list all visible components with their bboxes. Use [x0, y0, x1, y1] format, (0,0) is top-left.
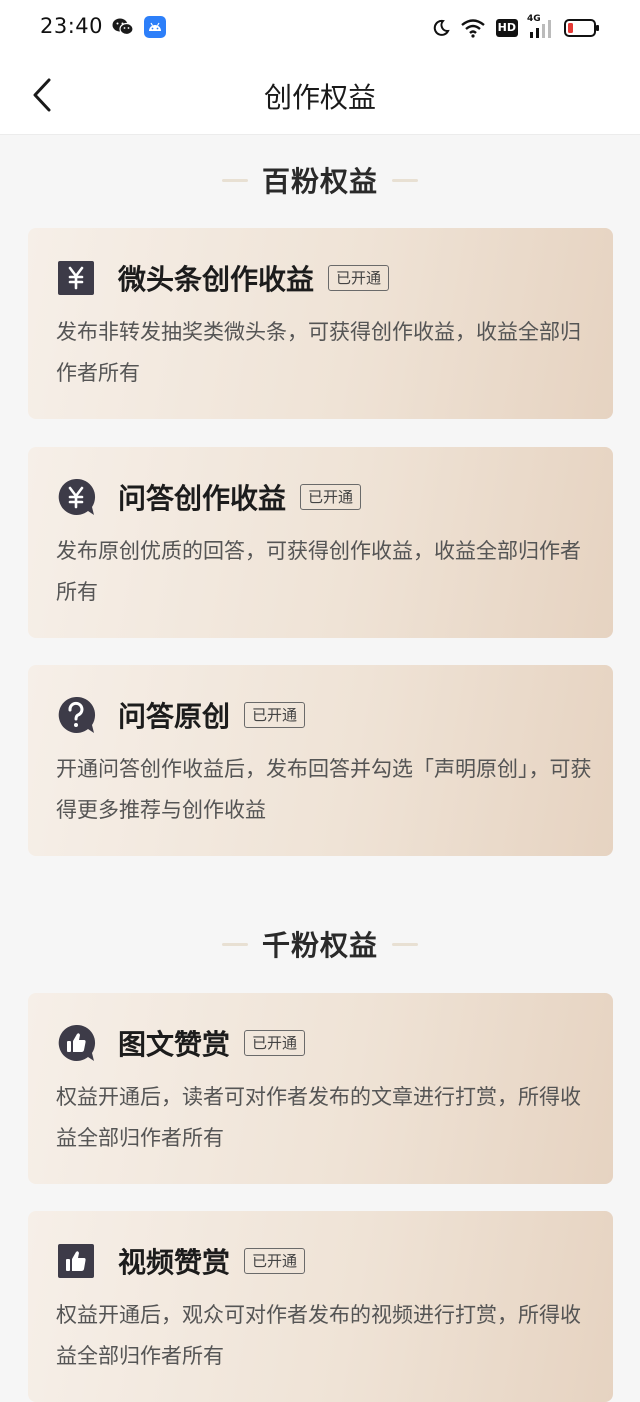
- thumbs-up-square-icon: [56, 1241, 96, 1281]
- card-title: 问答原创: [118, 700, 231, 733]
- status-badge: 已开通: [244, 1030, 306, 1056]
- nav-bar: 创作权益: [0, 56, 640, 135]
- section-title: 千粉权益: [261, 929, 378, 962]
- section-header-thousand-fans: 千粉权益: [0, 924, 640, 964]
- benefit-card-article-tips[interactable]: 图文赞赏 已开通 权益开通后，读者可对作者发布的文章进行打赏，所得收益全部归作者…: [28, 993, 613, 1184]
- card-description: 权益开通后，读者可对作者发布的文章进行打赏，所得收益全部归作者所有: [56, 1085, 581, 1150]
- section-header-hundred-fans: 百粉权益: [0, 160, 640, 200]
- card-title: 视频赞赏: [118, 1246, 231, 1279]
- card-title: 微头条创作收益: [118, 263, 315, 296]
- battery-low-icon: [564, 18, 600, 38]
- signal-4g-icon: 4G: [527, 14, 554, 39]
- page-title: 创作权益: [263, 81, 376, 114]
- card-description: 发布原创优质的回答，可获得创作收益，收益全部归作者所有: [56, 539, 581, 604]
- benefit-card-qa-original[interactable]: 问答原创 已开通 开通问答创作收益后，发布回答并勾选「声明原创」，可获得更多推荐…: [28, 665, 613, 856]
- status-badge: 已开通: [244, 702, 306, 728]
- android-app-icon: [144, 16, 166, 38]
- card-title: 图文赞赏: [118, 1028, 231, 1061]
- yen-square-icon: [56, 258, 96, 298]
- divider: [392, 178, 418, 182]
- moon-icon: [432, 19, 450, 37]
- question-bubble-icon: [56, 695, 96, 735]
- wifi-icon: [460, 18, 486, 38]
- card-description: 权益开通后，观众可对作者发布的视频进行打赏，所得收益全部归作者所有: [56, 1303, 581, 1368]
- divider: [221, 178, 248, 182]
- card-description: 开通问答创作收益后，发布回答并勾选「声明原创」，可获得更多推荐与创作收益: [56, 757, 592, 822]
- status-badge: 已开通: [300, 484, 362, 510]
- thumbs-up-bubble-icon: [56, 1023, 96, 1063]
- status-badge: 已开通: [244, 1248, 306, 1274]
- status-badge: 已开通: [328, 265, 390, 291]
- wechat-icon: [112, 17, 134, 37]
- yen-bubble-icon: [56, 477, 96, 517]
- benefit-card-qa-income[interactable]: 问答创作收益 已开通 发布原创优质的回答，可获得创作收益，收益全部归作者所有: [28, 447, 613, 638]
- status-bar: 23:40 HD 4G: [0, 0, 640, 56]
- hd-icon: HD: [495, 19, 518, 37]
- card-title: 问答创作收益: [118, 482, 287, 515]
- benefit-card-weitoutiao[interactable]: 微头条创作收益 已开通 发布非转发抽奖类微头条，可获得创作收益，收益全部归作者所…: [28, 228, 613, 419]
- divider: [221, 942, 248, 946]
- status-time: 23:40: [40, 14, 104, 38]
- divider: [392, 942, 418, 946]
- card-description: 发布非转发抽奖类微头条，可获得创作收益，收益全部归作者所有: [56, 320, 581, 385]
- section-title: 百粉权益: [261, 165, 378, 198]
- benefit-card-video-tips[interactable]: 视频赞赏 已开通 权益开通后，观众可对作者发布的视频进行打赏，所得收益全部归作者…: [28, 1211, 613, 1402]
